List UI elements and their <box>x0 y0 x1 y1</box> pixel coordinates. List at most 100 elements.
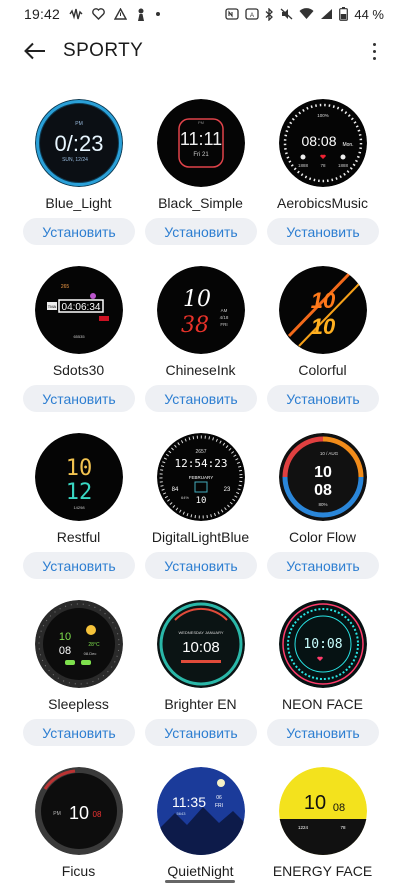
more-options-button[interactable] <box>366 38 382 64</box>
watch-face-preview[interactable]: 10 08 1224 78 <box>279 767 367 855</box>
svg-text:100%: 100% <box>317 113 329 118</box>
svg-text:PM: PM <box>53 811 61 817</box>
watch-face-card[interactable]: 10 / AUG 10 08 80% Color Flow Установить <box>256 408 389 579</box>
watch-face-card[interactable]: PM 10 08 Ficus <box>12 742 145 889</box>
watch-face-card[interactable]: 10:08 NEON FACE Установить <box>256 575 389 746</box>
signal-icon <box>320 7 333 21</box>
svg-text:FRI: FRI <box>220 322 227 327</box>
watch-face-preview[interactable]: 10 10 <box>279 266 367 354</box>
watch-face-preview[interactable]: PM 10 08 <box>35 767 123 855</box>
nfc-icon <box>225 7 240 21</box>
svg-text:64%: 64% <box>181 495 189 500</box>
svg-text:10:08: 10:08 <box>182 639 220 656</box>
svg-text:10: 10 <box>183 287 211 312</box>
watch-face-preview[interactable]: 10 12 14298 <box>35 433 123 521</box>
watch-face-image: 10 10 <box>279 266 367 354</box>
svg-text:WEDNESDAY JANUARY: WEDNESDAY JANUARY <box>178 630 223 635</box>
back-button[interactable] <box>20 38 50 64</box>
watch-face-preview[interactable]: 2657 12:54:23 FEBRUARY 10 84 23 64% <box>157 433 245 521</box>
svg-text:10 / AUG: 10 / AUG <box>320 451 339 456</box>
status-bar-right: A 44 % <box>225 7 384 22</box>
watch-face-card[interactable]: 10 12 14298 Restful Установить <box>12 408 145 579</box>
svg-text:Fri 21: Fri 21 <box>193 152 209 158</box>
svg-text:2657: 2657 <box>195 449 206 455</box>
watch-face-preview[interactable]: PM 11:11 Fri 21 <box>157 99 245 187</box>
home-indicator[interactable] <box>165 880 235 883</box>
svg-text:78: 78 <box>340 825 346 830</box>
svg-text:78: 78 <box>320 163 326 168</box>
watch-face-image: 11:35 06 FRI 5643 <box>157 767 245 855</box>
watch-face-name: Color Flow <box>289 529 356 545</box>
watch-face-name: NEON FACE <box>282 696 363 712</box>
svg-text:80%: 80% <box>318 502 327 507</box>
watch-face-preview[interactable]: 10 08 28°C 08.Dec <box>35 600 123 688</box>
watch-face-card[interactable]: PM 11:11 Fri 21 Black_Simple Установить <box>134 74 267 245</box>
watch-face-card[interactable]: 265 TMA 04:06:34 65535 Sdots30 Установит… <box>12 241 145 412</box>
svg-text:10: 10 <box>59 631 71 643</box>
watch-face-preview[interactable]: 10 38 AM 4/18 FRI <box>157 266 245 354</box>
svg-text:84: 84 <box>172 487 179 493</box>
more-vert-icon <box>372 42 376 46</box>
svg-text:06: 06 <box>216 795 222 801</box>
svg-text:1224: 1224 <box>298 825 309 830</box>
watch-face-preview[interactable]: 100% 08:08 Mon. 1888 78 1888 <box>279 99 367 187</box>
svg-text:04:06:34: 04:06:34 <box>62 302 101 313</box>
svg-text:11:11: 11:11 <box>180 129 222 149</box>
svg-text:10: 10 <box>304 792 326 814</box>
status-bar-left: 19:42 <box>24 6 161 22</box>
watch-face-preview[interactable]: 265 TMA 04:06:34 65535 <box>35 266 123 354</box>
status-time: 19:42 <box>24 6 61 22</box>
watch-face-image: 10 08 1224 78 <box>279 767 367 855</box>
warning-icon <box>114 7 128 21</box>
watch-face-image: WEDNESDAY JANUARY 10:08 <box>157 600 245 688</box>
watch-face-card[interactable]: 10 38 AM 4/18 FRI ChineseInk Установить <box>134 241 267 412</box>
arrow-left-icon <box>24 42 45 60</box>
svg-text:1888: 1888 <box>298 163 309 168</box>
watch-face-name: Sdots30 <box>52 362 105 378</box>
watch-face-image: 265 TMA 04:06:34 65535 <box>35 266 123 354</box>
watch-face-card[interactable]: 100% 08:08 Mon. 1888 78 1888 AerobicsMus… <box>256 74 389 245</box>
watch-face-preview[interactable]: 11:35 06 FRI 5643 <box>157 767 245 855</box>
watch-face-card[interactable]: PM 0/:23 SUN, 12/24 Blue_Light Установит… <box>12 74 145 245</box>
mute-icon <box>280 7 293 21</box>
page-title: SPORTY <box>63 40 144 61</box>
watch-face-card[interactable]: WEDNESDAY JANUARY 10:08 Brighter EN Уста… <box>134 575 267 746</box>
watch-face-name: AerobicsMusic <box>276 195 369 211</box>
svg-text:AM: AM <box>221 308 228 313</box>
svg-text:0/:23: 0/:23 <box>55 131 104 156</box>
watch-face-image: 10 / AUG 10 08 80% <box>279 433 367 521</box>
watch-face-image: 100% 08:08 Mon. 1888 78 1888 <box>279 99 367 187</box>
watch-face-preview[interactable]: PM 0/:23 SUN, 12/24 <box>35 99 123 187</box>
svg-text:65535: 65535 <box>73 334 85 339</box>
svg-text:08: 08 <box>59 645 71 657</box>
watch-face-image: PM 0/:23 SUN, 12/24 <box>35 99 123 187</box>
soundwave-icon <box>69 7 83 21</box>
bluetooth-icon <box>265 7 274 21</box>
watch-face-preview[interactable]: 10 / AUG 10 08 80% <box>279 433 367 521</box>
battery-percent: 44 % <box>354 6 384 22</box>
watch-face-card[interactable]: 2657 12:54:23 FEBRUARY 10 84 23 64% Digi… <box>134 408 267 579</box>
watch-face-image: 10 12 14298 <box>35 433 123 521</box>
svg-text:SUN, 12/24: SUN, 12/24 <box>62 157 88 163</box>
svg-text:PM: PM <box>198 120 204 125</box>
svg-text:A: A <box>250 13 254 19</box>
svg-text:38: 38 <box>181 313 209 338</box>
svg-text:10: 10 <box>311 314 336 339</box>
svg-text:08: 08 <box>333 802 345 814</box>
watch-face-preview[interactable]: 10:08 <box>279 600 367 688</box>
svg-text:5643: 5643 <box>177 811 187 816</box>
svg-text:10: 10 <box>69 803 89 823</box>
svg-text:FRI: FRI <box>215 803 223 809</box>
watch-face-card[interactable]: 11:35 06 FRI 5643 QuietNight <box>134 742 267 889</box>
watch-face-image: 10:08 <box>279 600 367 688</box>
watch-face-card[interactable]: 10 08 28°C 08.Dec Sleepless Установить <box>12 575 145 746</box>
svg-text:08: 08 <box>314 482 332 499</box>
watch-face-preview[interactable]: WEDNESDAY JANUARY 10:08 <box>157 600 245 688</box>
watch-face-name: ENERGY FACE <box>272 863 373 879</box>
app-bar: SPORTY <box>0 28 400 74</box>
watch-face-name: Colorful <box>298 362 347 378</box>
watch-face-card[interactable]: 10 08 1224 78 ENERGY FACE <box>256 742 389 889</box>
watch-face-name: DigitalLightBlue <box>151 529 250 545</box>
watch-face-card[interactable]: 10 10 Colorful Установить <box>256 241 389 412</box>
watch-face-name: Brighter EN <box>164 696 237 712</box>
